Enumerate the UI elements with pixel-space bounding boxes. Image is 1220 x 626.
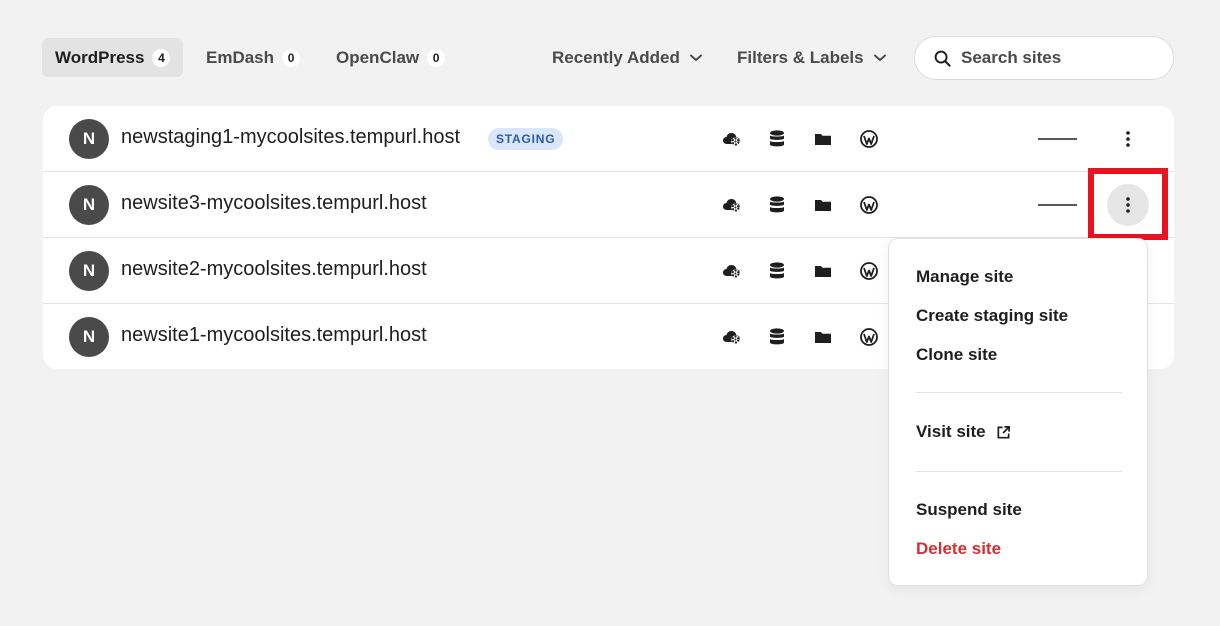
cloud-gear-icon[interactable]	[721, 128, 743, 150]
menu-item-delete-site[interactable]: Delete site	[916, 539, 1001, 559]
avatar: N	[69, 317, 109, 357]
chevron-down-icon	[873, 54, 886, 61]
avatar: N	[69, 119, 109, 159]
filters-label: Filters & Labels	[737, 47, 864, 67]
sort-dropdown[interactable]: Recently Added	[552, 38, 702, 77]
menu-item-label: Manage site	[916, 267, 1014, 286]
tab-openclaw[interactable]: OpenClaw 0	[323, 38, 458, 77]
tab-wordpress[interactable]: WordPress 4	[42, 38, 184, 77]
menu-item-clone-site[interactable]: Clone site	[916, 345, 997, 365]
wordpress-icon[interactable]	[858, 128, 880, 150]
tab-count: 4	[152, 48, 171, 67]
search-input[interactable]	[961, 48, 1151, 68]
tab-emdash[interactable]: EmDash 0	[193, 38, 313, 77]
site-name[interactable]: newstaging1-mycoolsites.tempurl.host	[121, 126, 460, 149]
chevron-down-icon	[689, 54, 702, 61]
menu-item-label: Create staging site	[916, 306, 1069, 325]
status-dash	[1038, 204, 1077, 206]
site-name[interactable]: newsite3-mycoolsites.tempurl.host	[121, 192, 427, 215]
highlight-box	[1088, 168, 1168, 240]
external-link-icon	[997, 425, 1010, 438]
folder-icon[interactable]	[812, 128, 834, 150]
toolbar: WordPress 4 EmDash 0 OpenClaw 0 Recently…	[42, 36, 1174, 80]
database-icon[interactable]	[766, 128, 788, 150]
menu-item-label: Delete site	[916, 539, 1002, 558]
wordpress-icon[interactable]	[858, 326, 880, 348]
wordpress-icon[interactable]	[858, 194, 880, 216]
more-options-button[interactable]	[1107, 118, 1149, 160]
tab-label: EmDash	[206, 47, 275, 67]
avatar: N	[69, 185, 109, 225]
tab-count: 0	[427, 48, 446, 67]
site-name[interactable]: newsite2-mycoolsites.tempurl.host	[121, 258, 427, 281]
staging-badge: STAGING	[488, 128, 564, 150]
menu-item-label: Suspend site	[916, 500, 1022, 519]
menu-item-label: Clone site	[916, 345, 998, 364]
menu-item-label: Visit site	[916, 422, 986, 441]
folder-icon[interactable]	[812, 194, 834, 216]
site-actions-menu: Manage site Create staging site Clone si…	[888, 238, 1148, 586]
status-dash	[1038, 138, 1077, 140]
site-row[interactable]: N newstaging1-mycoolsites.tempurl.host S…	[43, 106, 1174, 172]
menu-item-visit-site[interactable]: Visit site	[916, 422, 1011, 442]
folder-icon[interactable]	[812, 326, 834, 348]
menu-item-suspend-site[interactable]: Suspend site	[916, 500, 1022, 520]
kebab-icon	[1126, 131, 1130, 147]
database-icon[interactable]	[766, 194, 788, 216]
search-box[interactable]	[914, 36, 1174, 80]
tab-count: 0	[282, 48, 301, 67]
menu-divider	[916, 471, 1122, 472]
filters-dropdown[interactable]: Filters & Labels	[737, 38, 886, 77]
cloud-gear-icon[interactable]	[721, 326, 743, 348]
tab-label: WordPress	[55, 47, 145, 67]
tab-label: OpenClaw	[336, 47, 420, 67]
cloud-gear-icon[interactable]	[721, 260, 743, 282]
menu-item-create-staging-site[interactable]: Create staging site	[916, 306, 1068, 326]
search-icon	[934, 50, 951, 67]
database-icon[interactable]	[766, 326, 788, 348]
database-icon[interactable]	[766, 260, 788, 282]
site-row[interactable]: N newsite3-mycoolsites.tempurl.host	[43, 172, 1174, 238]
folder-icon[interactable]	[812, 260, 834, 282]
wordpress-icon[interactable]	[858, 260, 880, 282]
menu-divider	[916, 392, 1122, 393]
sort-label: Recently Added	[552, 47, 680, 67]
site-name[interactable]: newsite1-mycoolsites.tempurl.host	[121, 324, 427, 347]
menu-item-manage-site[interactable]: Manage site	[916, 267, 1013, 287]
cloud-gear-icon[interactable]	[721, 194, 743, 216]
avatar: N	[69, 251, 109, 291]
